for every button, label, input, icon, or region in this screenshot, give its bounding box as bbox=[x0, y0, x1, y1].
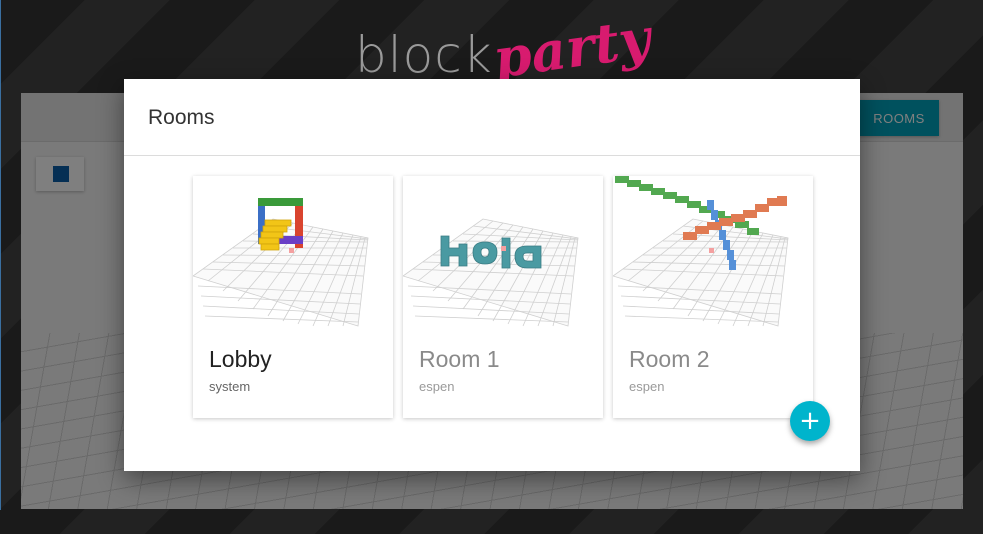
room-card-room-1[interactable]: Room 1 espen bbox=[403, 176, 603, 418]
room-name: Room 1 bbox=[419, 346, 500, 372]
room-owner: espen bbox=[629, 379, 665, 394]
plus-icon: + bbox=[799, 406, 821, 436]
logo-word-party: party bbox=[489, 5, 655, 91]
window-edge bbox=[0, 0, 1, 510]
room-owner: system bbox=[209, 379, 251, 394]
app-logo: block party bbox=[355, 5, 655, 90]
logo-word-block: block bbox=[355, 26, 493, 84]
room-card-room-2[interactable]: Room 2 espen bbox=[613, 176, 813, 418]
room-thumbnail bbox=[193, 176, 393, 336]
dialog-title: Rooms bbox=[148, 106, 215, 129]
dialog-divider bbox=[124, 155, 860, 156]
add-room-button[interactable]: + bbox=[790, 401, 830, 441]
rooms-dialog: Rooms Lobby system Room 1 espen Room 2 e… bbox=[124, 79, 860, 471]
room-card-lobby[interactable]: Lobby system bbox=[193, 176, 393, 418]
room-name: Room 2 bbox=[629, 346, 710, 372]
room-thumbnail bbox=[403, 176, 603, 336]
room-thumbnail bbox=[613, 176, 813, 336]
room-name: Lobby bbox=[209, 346, 272, 372]
room-owner: espen bbox=[419, 379, 455, 394]
